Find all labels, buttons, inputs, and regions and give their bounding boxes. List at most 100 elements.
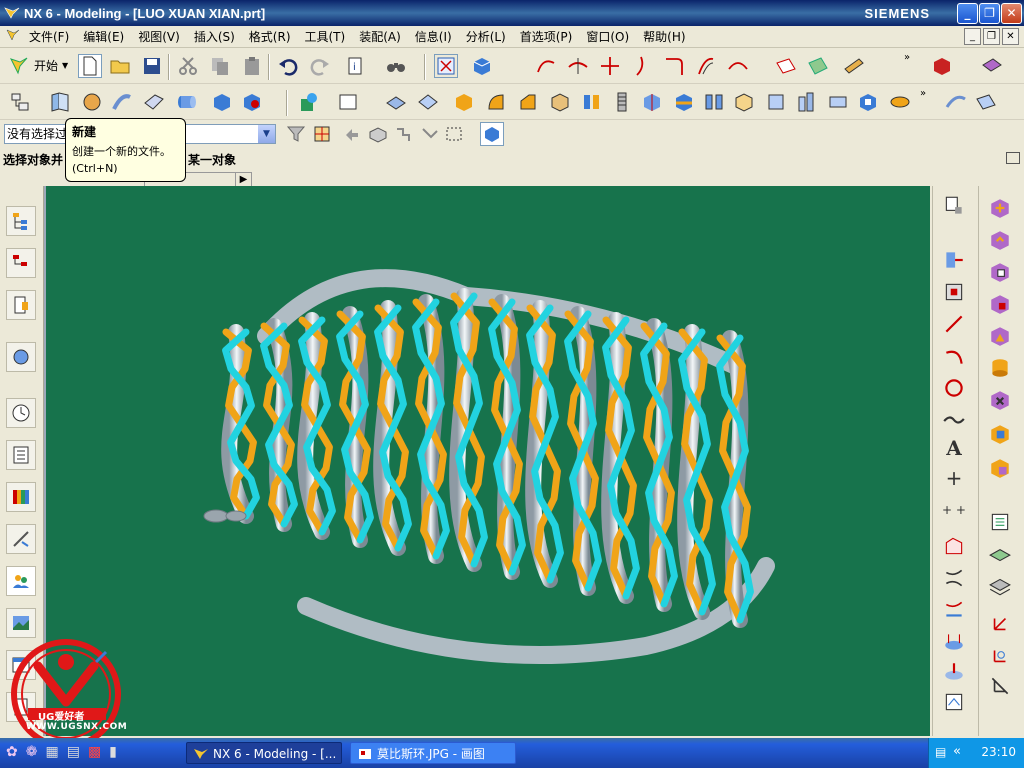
surface-tool-button-2[interactable] xyxy=(806,54,830,78)
surface-tool-button-3[interactable] xyxy=(842,54,866,78)
menu-tools[interactable]: 工具(T) xyxy=(298,28,353,45)
constraint-navigator-tab[interactable] xyxy=(6,248,36,278)
menu-preferences[interactable]: 首选项(P) xyxy=(513,28,580,45)
tray-expand-icon[interactable]: « xyxy=(953,744,961,759)
graphics-window[interactable] xyxy=(44,186,930,736)
feature-tool-4[interactable] xyxy=(110,90,134,114)
start-button[interactable]: 开始 ▼ xyxy=(8,52,68,78)
menu-view[interactable]: 视图(V) xyxy=(131,28,187,45)
feature-tool-25[interactable] xyxy=(888,90,912,114)
feature-tool-14[interactable] xyxy=(548,90,572,114)
menu-edit[interactable]: 编辑(E) xyxy=(76,28,131,45)
open-button[interactable] xyxy=(108,54,132,78)
rectangle-select-button[interactable] xyxy=(442,122,466,146)
copy-button[interactable] xyxy=(208,54,232,78)
view-panel-icon-7[interactable] xyxy=(986,386,1014,414)
assembly-navigator-tab[interactable] xyxy=(6,206,36,236)
feature-tool-26[interactable] xyxy=(944,90,968,114)
feature-tool-10[interactable] xyxy=(416,90,440,114)
line-tool-icon[interactable] xyxy=(940,310,968,338)
taskbar-item-paint[interactable]: 莫比斯环.JPG - 画图 xyxy=(350,742,516,764)
select-tool-4[interactable] xyxy=(392,122,416,146)
paste-button[interactable] xyxy=(240,54,264,78)
menu-format[interactable]: 格式(R) xyxy=(242,28,298,45)
fit-view-button[interactable] xyxy=(434,54,458,78)
menu-assembly[interactable]: 装配(A) xyxy=(352,28,408,45)
select-body-button[interactable] xyxy=(480,122,504,146)
toolbar-more-icon[interactable]: » xyxy=(920,88,926,99)
curve-tool-button-6[interactable] xyxy=(694,54,718,78)
surface-analysis-button[interactable] xyxy=(980,54,1004,78)
view-panel-icon-11[interactable] xyxy=(986,540,1014,568)
text-tool-icon[interactable]: A xyxy=(940,434,968,462)
feature-tool-13[interactable] xyxy=(516,90,540,114)
quicklaunch-icon-2[interactable]: ❁ xyxy=(26,744,38,760)
snap-point-button[interactable] xyxy=(310,122,334,146)
chevron-right-icon[interactable]: ▶ xyxy=(235,173,251,187)
feature-tool-21[interactable] xyxy=(764,90,788,114)
feature-tool-8[interactable] xyxy=(240,90,264,114)
roles-tab[interactable] xyxy=(6,566,36,596)
surface-tool-button-1[interactable] xyxy=(774,54,798,78)
view-panel-icon-10[interactable] xyxy=(986,508,1014,536)
curve-panel-icon-9[interactable] xyxy=(940,688,968,716)
view-panel-icon-9[interactable] xyxy=(986,454,1014,482)
helical-weave-model[interactable] xyxy=(46,186,930,736)
new-file-button[interactable] xyxy=(78,54,102,78)
feature-tool-9[interactable] xyxy=(384,90,408,114)
feature-tool-17[interactable] xyxy=(640,90,664,114)
curve-tool-button-2[interactable] xyxy=(566,54,590,78)
curve-panel-icon-5[interactable] xyxy=(940,564,968,592)
feature-tool-15[interactable] xyxy=(580,90,604,114)
feature-tool-16[interactable] xyxy=(610,90,634,114)
feature-tool-24[interactable] xyxy=(856,90,880,114)
feature-tool-12[interactable] xyxy=(484,90,508,114)
process-studio-tab[interactable] xyxy=(6,482,36,512)
close-button[interactable]: ✕ xyxy=(1001,3,1022,24)
feature-tool-20[interactable] xyxy=(732,90,756,114)
minimize-button[interactable]: _ xyxy=(957,3,978,24)
feature-tool-23[interactable] xyxy=(826,90,850,114)
feature-tool-1[interactable] xyxy=(8,90,32,114)
select-tool-3[interactable] xyxy=(366,122,390,146)
cut-button[interactable] xyxy=(176,54,200,78)
toggle-prompt-icon[interactable] xyxy=(1006,152,1020,164)
curve-tool-button-1[interactable] xyxy=(534,54,558,78)
view-panel-icon-3[interactable] xyxy=(986,258,1014,286)
feature-tool-2[interactable] xyxy=(48,90,72,114)
doc-minimize-button[interactable]: _ xyxy=(964,28,981,45)
feature-tool-5[interactable] xyxy=(142,90,166,114)
arc-tool-icon[interactable] xyxy=(940,342,968,370)
feature-tool-19[interactable] xyxy=(702,90,726,114)
view-panel-icon-8[interactable] xyxy=(986,420,1014,448)
view-panel-icon-4[interactable] xyxy=(986,290,1014,318)
manufacturing-wizards-tab[interactable] xyxy=(6,524,36,554)
curve-tool-button-4[interactable] xyxy=(630,54,654,78)
curve-panel-icon-4[interactable] xyxy=(940,532,968,560)
feature-tool-6[interactable] xyxy=(174,90,198,114)
quicklaunch-icon-4[interactable]: ▤ xyxy=(67,744,80,760)
doc-close-button[interactable]: ✕ xyxy=(1002,28,1019,45)
toolbar-more-icon[interactable]: » xyxy=(904,52,910,63)
feature-tool-18[interactable] xyxy=(672,90,696,114)
curve-panel-icon-2[interactable] xyxy=(940,246,968,274)
menu-information[interactable]: 信息(I) xyxy=(408,28,459,45)
curve-panel-icon-3[interactable] xyxy=(940,278,968,306)
quicklaunch-icon-6[interactable]: ▮ xyxy=(109,744,117,760)
view-panel-icon-6[interactable] xyxy=(986,354,1014,382)
dropdown-arrow-icon[interactable]: ▼ xyxy=(258,125,275,143)
render-style-button[interactable] xyxy=(470,54,494,78)
rectangle-button[interactable] xyxy=(336,90,360,114)
curve-tool-button-7[interactable] xyxy=(726,54,750,78)
select-tool-5[interactable] xyxy=(418,122,442,146)
view-panel-icon-1[interactable] xyxy=(986,194,1014,222)
feature-tool-11[interactable] xyxy=(452,90,476,114)
history-tab[interactable] xyxy=(6,398,36,428)
spline-tool-icon[interactable] xyxy=(940,406,968,434)
feature-tool-27[interactable] xyxy=(974,90,998,114)
circle-tool-icon[interactable] xyxy=(940,374,968,402)
sketch-button[interactable] xyxy=(296,90,320,114)
menu-insert[interactable]: 插入(S) xyxy=(187,28,242,45)
curve-panel-icon-8[interactable] xyxy=(940,658,968,686)
view-panel-icon-2[interactable] xyxy=(986,226,1014,254)
